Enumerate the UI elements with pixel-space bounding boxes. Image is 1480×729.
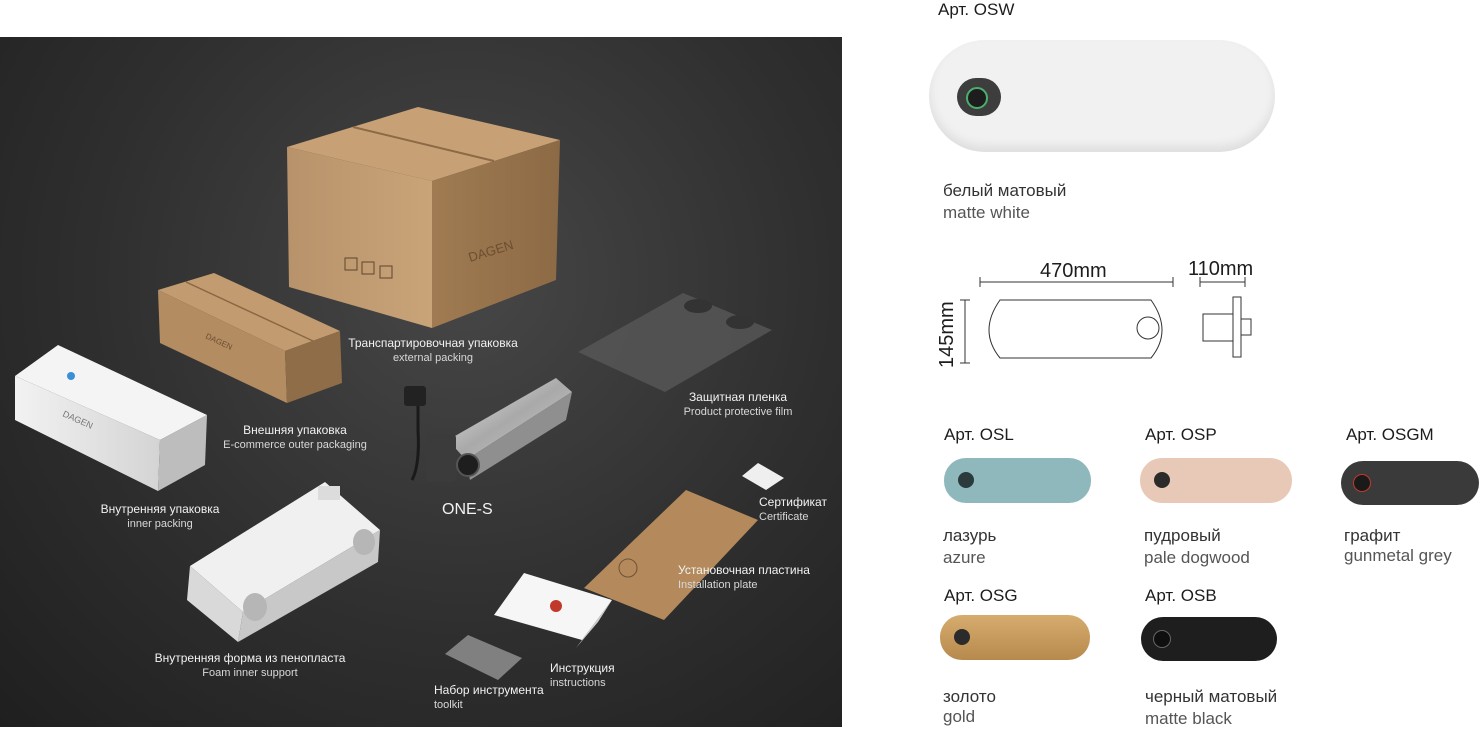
art-osgm: Арт. OSGM (1346, 425, 1434, 444)
osl-ru-label: лазурь (943, 526, 997, 545)
packaging-photo: DAGEN DAGEN DAGEN Транспартировочная упа… (0, 37, 842, 727)
osb-en-label: matte black (1145, 709, 1232, 728)
swatch-osg (940, 615, 1090, 660)
label-plate-ru: Установочная пластина (678, 563, 810, 577)
product-name-label: ONE-S (442, 501, 493, 518)
display-icon (966, 87, 988, 109)
osw-en-label: matte white (943, 203, 1030, 222)
label-certificate-en: Certificate (759, 511, 809, 523)
label-transport-ru: Транспартировочная упаковка (348, 336, 518, 350)
shipping-carton: DAGEN (287, 107, 560, 328)
label-outer-en: E-commerce outer packaging (223, 439, 367, 451)
label-toolkit: Набор инструмента toolkit (434, 683, 564, 713)
label-inner-ru: Внутренняя упаковка (100, 502, 220, 516)
label-inner-en: inner packing (127, 518, 193, 530)
label-toolkit-ru: Набор инструмента (434, 683, 544, 697)
inner-white-box: DAGEN (15, 345, 207, 491)
label-inner-packing: Внутренняя упаковка inner packing (80, 502, 240, 532)
swatch-osp (1140, 458, 1292, 503)
osl-en-label: azure (943, 548, 986, 567)
osg-en-label: gold (943, 707, 976, 726)
osg-ru-label: золото (943, 687, 996, 706)
label-foam-en: Foam inner support (202, 667, 298, 679)
label-film-ru: Защитная пленка (688, 390, 788, 404)
label-film-en: Product protective film (683, 406, 793, 418)
osgm-en-label: gunmetal grey (1344, 546, 1452, 565)
knob-icon (954, 629, 970, 645)
label-outer-packaging: Внешняя упаковка E-commerce outer packag… (215, 423, 375, 453)
protective-film (578, 293, 772, 392)
osp-en-label: pale dogwood (1144, 548, 1250, 567)
label-certificate-ru: Сертификат (759, 495, 827, 509)
label-protective-film: Защитная пленка Product protective film (668, 390, 808, 420)
swatch-osw (929, 40, 1275, 152)
art-osl: Арт. OSL (944, 425, 1014, 444)
art-osw: Арт. OSW (938, 0, 1015, 19)
certificate-card (742, 463, 784, 490)
label-transport-en: external packing (392, 352, 474, 364)
osp-ru-label: пудровый (1144, 526, 1221, 545)
art-osg: Арт. OSG (944, 586, 1018, 605)
art-osp: Арт. OSP (1145, 425, 1217, 444)
swatch-osgm (1341, 461, 1479, 505)
dial-knob (957, 78, 1001, 116)
label-instructions-ru: Инструкция (550, 661, 615, 675)
knob-icon (1154, 472, 1170, 488)
osb-ru-label: черный матовый (1145, 687, 1278, 706)
swatch-osb (1141, 617, 1277, 661)
swatch-osl (944, 458, 1091, 503)
label-plate-en: Installation plate (678, 579, 758, 591)
product-one-s (404, 378, 572, 482)
osw-ru-label: белый матовый (943, 181, 1067, 200)
label-installation-plate: Установочная пластина Installation plate (678, 563, 818, 593)
label-foam-support: Внутренняя форма из пенопласта Foam inne… (150, 651, 350, 681)
art-osb: Арт. OSB (1145, 586, 1217, 605)
knob-icon (1353, 474, 1371, 492)
dimension-drawing (960, 277, 1252, 364)
osgm-ru-label: графит (1344, 526, 1401, 545)
toolkit-bag (445, 635, 522, 680)
knob-icon (1153, 630, 1171, 648)
label-toolkit-en: toolkit (434, 699, 463, 711)
knob-icon (958, 472, 974, 488)
label-outer-ru: Внешняя упаковка (243, 423, 347, 437)
packaging-illustration: DAGEN DAGEN DAGEN (15, 107, 784, 680)
label-transport-packing: Транспартировочная упаковка external pac… (338, 336, 528, 366)
label-certificate: Сертификат Certificate (759, 495, 839, 525)
label-foam-ru: Внутренняя форма из пенопласта (154, 651, 346, 665)
